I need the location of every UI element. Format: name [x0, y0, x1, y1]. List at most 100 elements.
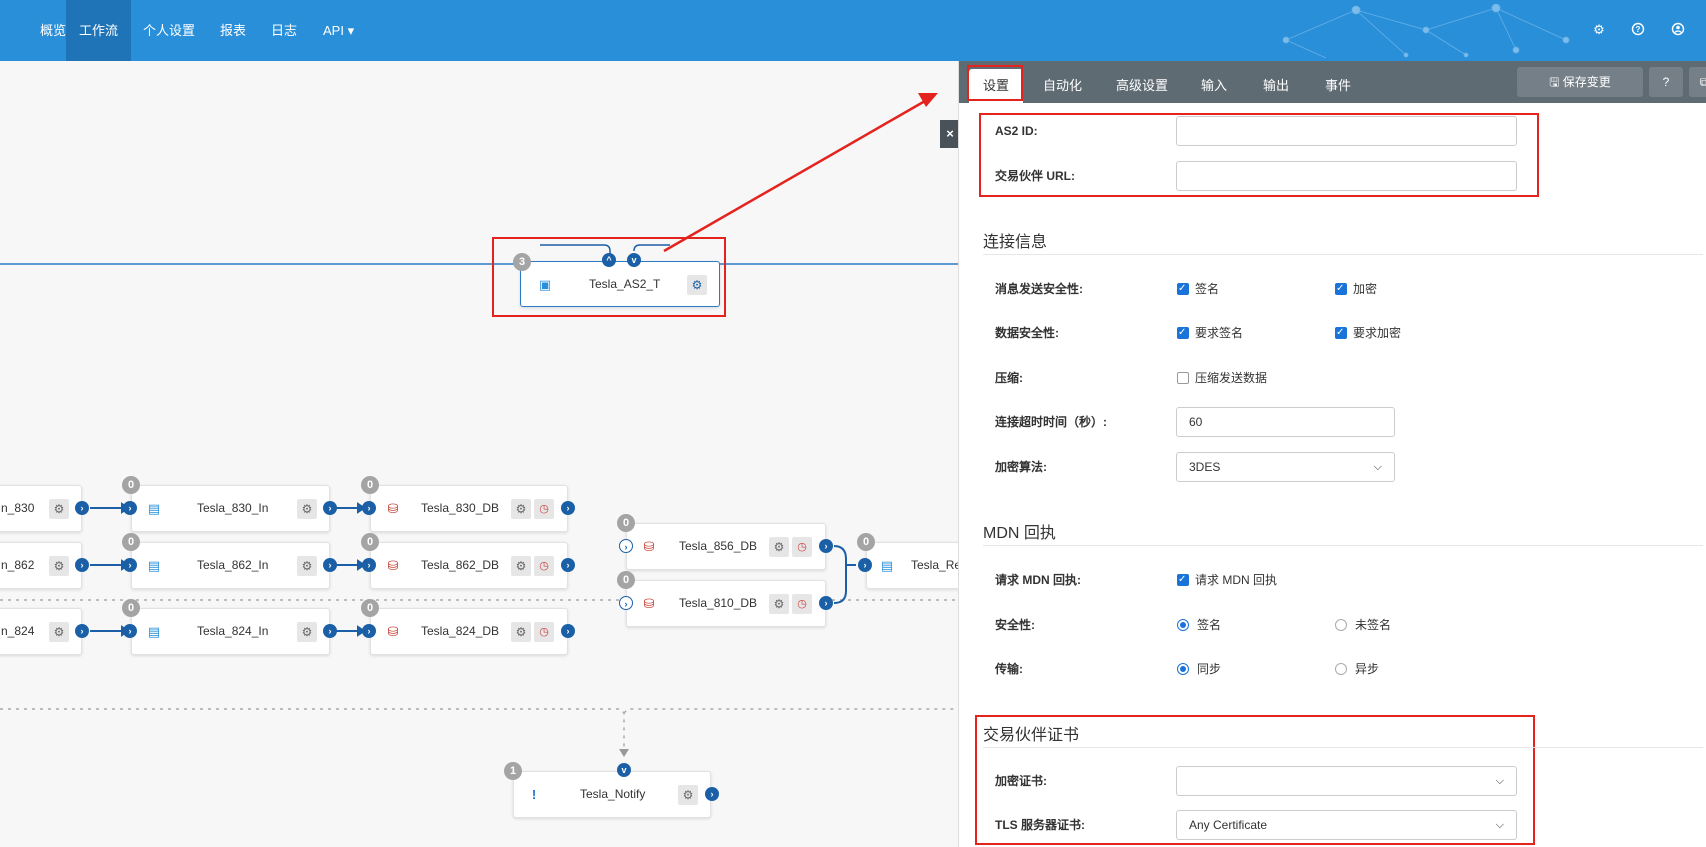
external-link-button[interactable]: ⧉ [1689, 67, 1706, 97]
chevron-right-icon[interactable]: › [705, 787, 719, 801]
gear-icon[interactable]: ⚙ [49, 499, 69, 519]
gear-icon[interactable]: ⚙ [511, 622, 531, 642]
gear-icon[interactable]: ⚙ [769, 537, 789, 557]
chevron-right-icon[interactable]: › [323, 558, 337, 572]
nav-item-logs[interactable]: 日志 [258, 0, 310, 61]
gear-icon[interactable]: ⚙ [687, 275, 707, 295]
as2-id-input[interactable] [1176, 116, 1517, 146]
clock-icon[interactable]: ◷ [534, 622, 554, 642]
node-label: Tesla_AS2_T [589, 277, 661, 291]
chevron-right-icon[interactable]: › [323, 501, 337, 515]
gear-icon[interactable]: ⚙ [769, 594, 789, 614]
node-tesla-830-db[interactable]: ⛁ Tesla_830_DB ⚙ ◷ [370, 485, 568, 532]
data-security-label: 数据安全性: [995, 326, 1059, 340]
nav-item-profile[interactable]: 个人设置 [130, 0, 208, 61]
nav-item-reports[interactable]: 报表 [207, 0, 259, 61]
chevron-right-icon[interactable]: › [75, 558, 89, 572]
chevron-right-icon[interactable]: › [362, 624, 376, 638]
gear-icon[interactable]: ⚙ [49, 622, 69, 642]
node-tesla-810-db[interactable]: ⛁ Tesla_810_DB ⚙ ◷ [626, 580, 826, 627]
chevron-right-icon[interactable]: › [323, 624, 337, 638]
clock-icon[interactable]: ◷ [792, 537, 812, 557]
chevron-right-icon[interactable]: › [123, 558, 137, 572]
chevron-down-icon[interactable]: v [627, 253, 641, 267]
tab-advanced[interactable]: 高级设置 [1102, 69, 1182, 103]
gear-icon[interactable]: ⚙ [297, 622, 317, 642]
compress-checkbox[interactable]: 压缩发送数据 [1177, 370, 1267, 386]
chevron-right-icon[interactable]: › [858, 558, 872, 572]
node-n-824[interactable]: n_824 ⚙ [0, 608, 82, 655]
gear-icon[interactable]: ⚙ [297, 499, 317, 519]
clock-icon[interactable]: ◷ [534, 499, 554, 519]
chevron-right-icon[interactable]: › [561, 558, 575, 572]
chevron-right-icon[interactable]: › [75, 624, 89, 638]
gear-icon[interactable]: ⚙ [49, 556, 69, 576]
chevron-down-icon[interactable]: v [617, 763, 631, 777]
send-security-label: 消息发送安全性: [995, 282, 1083, 296]
tab-output[interactable]: 输出 [1249, 69, 1303, 103]
chevron-right-icon[interactable]: › [561, 624, 575, 638]
clock-icon[interactable]: ◷ [792, 594, 812, 614]
timeout-input[interactable]: 60 [1176, 407, 1395, 437]
divider [983, 254, 1703, 255]
user-icon[interactable] [1670, 22, 1686, 38]
tab-automation[interactable]: 自动化 [1029, 69, 1096, 103]
chevron-up-icon[interactable]: ^ [602, 253, 616, 267]
mdn-request-checkbox[interactable]: 请求 MDN 回执 [1177, 572, 1277, 588]
require-sign-checkbox[interactable]: 要求签名 [1177, 325, 1243, 341]
chevron-right-icon[interactable]: › [362, 558, 376, 572]
help-button[interactable]: ? [1649, 67, 1683, 97]
node-tesla-862-db[interactable]: ⛁ Tesla_862_DB ⚙ ◷ [370, 542, 568, 589]
node-count-badge: 0 [361, 599, 379, 617]
gear-icon[interactable]: ⚙ [511, 499, 531, 519]
chevron-right-icon[interactable]: › [619, 596, 633, 610]
database-icon: ⛁ [387, 558, 399, 573]
chevron-right-icon[interactable]: › [123, 501, 137, 515]
node-n-830[interactable]: n_830 ⚙ [0, 485, 82, 532]
node-tesla-re[interactable]: ▤ Tesla_Re [866, 542, 958, 589]
workflow-canvas[interactable]: ▣ Tesla_AS2_T ⚙ 3 ^ v n_830 ⚙ › n_862 ⚙ … [0, 61, 958, 847]
node-tesla-824-db[interactable]: ⛁ Tesla_824_DB ⚙ ◷ [370, 608, 568, 655]
chevron-right-icon[interactable]: › [819, 596, 833, 610]
require-encrypt-checkbox[interactable]: 要求加密 [1335, 325, 1401, 341]
chevron-right-icon[interactable]: › [619, 539, 633, 553]
help-icon[interactable]: ? [1630, 22, 1646, 38]
radio-sync[interactable]: 同步 [1177, 661, 1221, 677]
tab-input[interactable]: 输入 [1187, 69, 1241, 103]
gear-icon[interactable]: ⚙ [1591, 22, 1607, 38]
chevron-right-icon[interactable]: › [819, 539, 833, 553]
node-tesla-notify[interactable]: ! Tesla_Notify ⚙ [513, 771, 711, 818]
node-tesla-862-in[interactable]: ▤ Tesla_862_In ⚙ [131, 542, 330, 589]
mdn-security-label: 安全性: [995, 618, 1035, 632]
chevron-right-icon[interactable]: › [75, 501, 89, 515]
gear-icon[interactable]: ⚙ [297, 556, 317, 576]
encrypt-checkbox[interactable]: 加密 [1335, 281, 1377, 297]
gear-icon[interactable]: ⚙ [511, 556, 531, 576]
save-changes-button[interactable]: 🖫 保存变更 [1517, 67, 1643, 97]
tab-events[interactable]: 事件 [1311, 69, 1365, 103]
node-tesla-as2-t[interactable]: ▣ Tesla_AS2_T ⚙ [520, 261, 720, 307]
radio-signed[interactable]: 签名 [1177, 617, 1221, 633]
close-panel-button[interactable]: × [940, 120, 960, 148]
node-tesla-856-db[interactable]: ⛁ Tesla_856_DB ⚙ ◷ [626, 523, 826, 570]
tls-cert-select[interactable]: Any Certificate ⌵ [1176, 810, 1517, 840]
timeout-label: 连接超时时间（秒）: [995, 415, 1107, 429]
radio-unsigned[interactable]: 未签名 [1335, 617, 1391, 633]
chevron-right-icon[interactable]: › [561, 501, 575, 515]
chevron-right-icon[interactable]: › [362, 501, 376, 515]
clock-icon[interactable]: ◷ [534, 556, 554, 576]
gear-icon[interactable]: ⚙ [678, 785, 698, 805]
nav-item-workflow[interactable]: 工作流 [66, 0, 132, 61]
radio-signed-label: 签名 [1197, 618, 1222, 632]
nav-item-api[interactable]: API ▾ [310, 0, 367, 61]
node-n-862[interactable]: n_862 ⚙ [0, 542, 82, 589]
partner-url-input[interactable] [1176, 161, 1517, 191]
chevron-right-icon[interactable]: › [123, 624, 137, 638]
divider [983, 747, 1703, 748]
enc-cert-select[interactable]: ⌵ [1176, 766, 1517, 796]
node-tesla-830-in[interactable]: ▤ Tesla_830_In ⚙ [131, 485, 330, 532]
radio-async[interactable]: 异步 [1335, 661, 1379, 677]
sign-checkbox[interactable]: 签名 [1177, 281, 1219, 297]
algorithm-select[interactable]: 3DES ⌵ [1176, 452, 1395, 482]
node-tesla-824-in[interactable]: ▤ Tesla_824_In ⚙ [131, 608, 330, 655]
